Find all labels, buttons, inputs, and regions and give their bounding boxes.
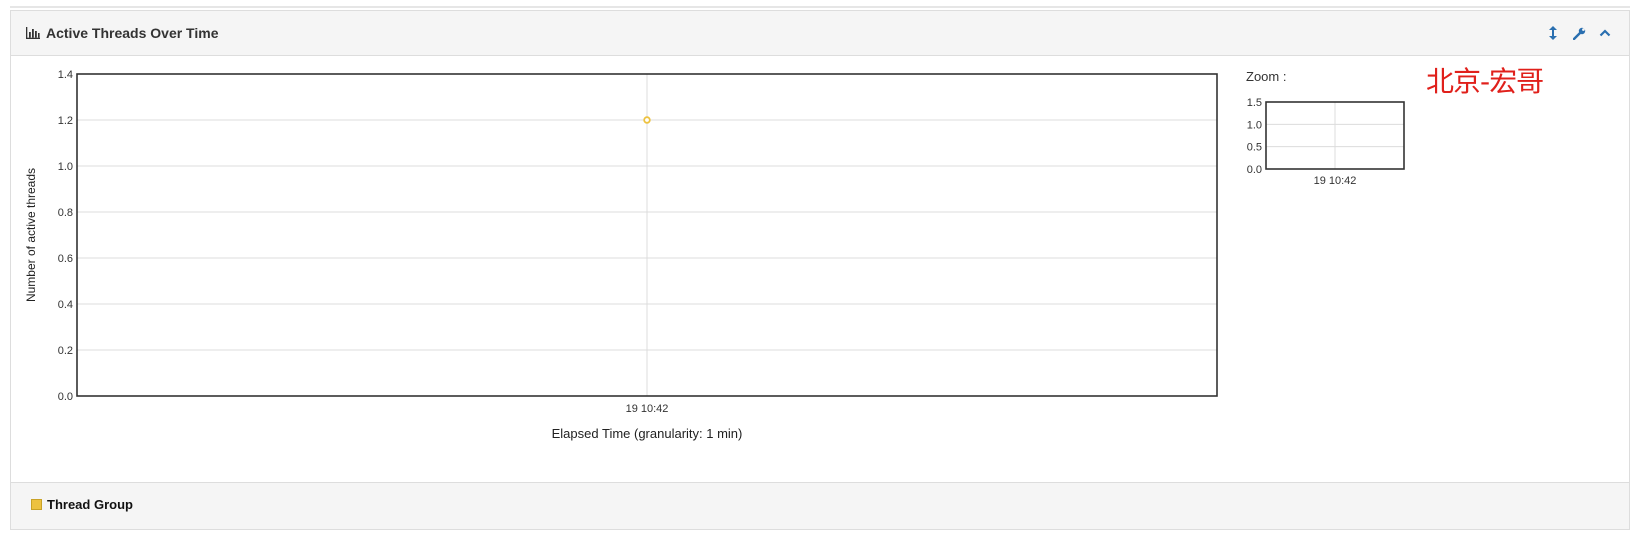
y-tick-label: 1.4 (58, 69, 73, 81)
y-tick-label: 1.2 (58, 115, 73, 127)
y-tick-label: 0.0 (1247, 164, 1262, 176)
zoom-plot[interactable]: 0.0 0.5 1.0 1.5 19 10:42 (1247, 97, 1405, 187)
y-axis-label: Number of active threads (24, 168, 38, 302)
y-tick-label: 0.8 (58, 207, 73, 219)
y-tick-label: 1.0 (58, 161, 73, 173)
y-tick-label: 0.4 (58, 299, 73, 311)
y-tick-label: 0.2 (58, 345, 73, 357)
data-point (643, 116, 651, 124)
x-axis-label: Elapsed Time (granularity: 1 min) (552, 426, 743, 441)
y-tick-label: 1.5 (1247, 97, 1262, 109)
y-tick-label: 0.6 (58, 253, 73, 265)
y-tick-label: 0.0 (58, 391, 73, 403)
x-tick-label: 19 10:42 (626, 403, 669, 415)
y-tick-label: 1.0 (1247, 119, 1262, 131)
x-tick-label: 19 10:42 (1314, 175, 1357, 187)
y-tick-label: 0.5 (1247, 142, 1262, 154)
watermark: 北京-宏哥 (1426, 65, 1544, 98)
zoom-label: Zoom : (1246, 69, 1287, 84)
main-plot[interactable]: 0.0 0.2 0.4 0.6 0.8 1.0 1.2 1.4 19 10:42 Elapsed … (24, 69, 1218, 441)
active-threads-chart[interactable]: 0.0 0.2 0.4 0.6 0.8 1.0 1.2 1.4 19 10:42 Elapsed … (0, 0, 1642, 537)
